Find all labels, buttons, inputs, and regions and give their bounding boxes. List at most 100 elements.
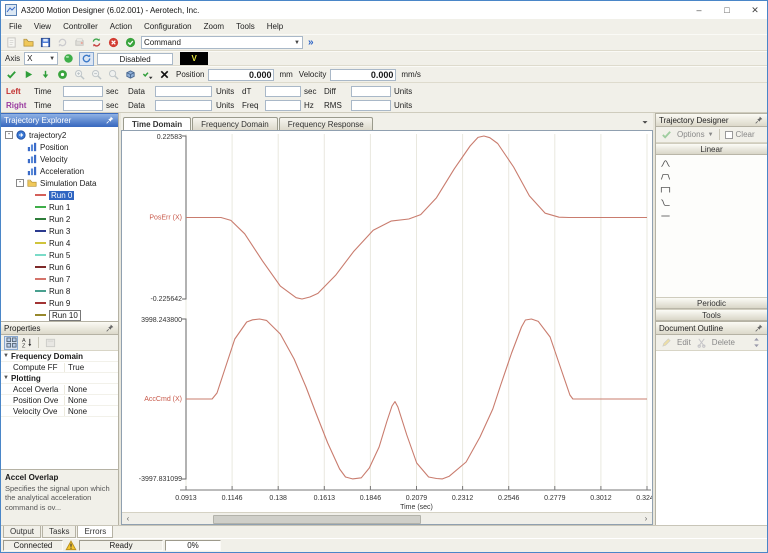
s-curve-icon[interactable]	[659, 196, 675, 209]
tree-item-run-2[interactable]: Run 2	[1, 213, 118, 225]
property-value[interactable]: None	[65, 396, 87, 405]
sync-icon[interactable]	[89, 36, 104, 50]
right-data-field[interactable]	[155, 100, 212, 111]
line-icon[interactable]	[659, 209, 675, 222]
tree-item-run-5[interactable]: Run 5	[1, 249, 118, 261]
abort-icon[interactable]	[106, 36, 121, 50]
menu-configuration[interactable]: Configuration	[138, 21, 198, 32]
report-icon[interactable]	[72, 36, 87, 50]
property-value[interactable]: True	[65, 363, 84, 372]
new-icon[interactable]	[4, 36, 19, 50]
tab-list-chevron-icon[interactable]	[640, 117, 650, 127]
left-time-field[interactable]	[63, 86, 103, 97]
section-periodic[interactable]: Periodic	[656, 297, 767, 309]
toolbar-overflow-icon[interactable]: »	[306, 37, 316, 48]
export-icon[interactable]	[55, 36, 70, 50]
scroll-left-icon[interactable]: ‹	[122, 514, 134, 523]
property-row[interactable]: Velocity OveNone	[1, 406, 118, 417]
trajectory-designer-header[interactable]: Trajectory Designer	[656, 113, 767, 127]
save-icon[interactable]	[38, 36, 53, 50]
tab-frequency-response[interactable]: Frequency Response	[279, 117, 373, 130]
zoom-in-icon[interactable]	[72, 68, 87, 82]
menu-tools[interactable]: Tools	[230, 21, 261, 32]
tab-time-domain[interactable]: Time Domain	[123, 117, 191, 130]
tab-output[interactable]: Output	[3, 526, 41, 538]
property-row[interactable]: Compute FFTrue	[1, 362, 118, 373]
document-outline-body[interactable]	[656, 351, 767, 525]
menu-zoom[interactable]: Zoom	[198, 21, 230, 32]
download-icon[interactable]	[38, 68, 53, 82]
chart-canvas[interactable]: 0.09130.11460.1380.16130.18460.20790.231…	[122, 131, 652, 512]
command-combobox[interactable]: Command ▼	[141, 36, 303, 49]
tree-item-run-3[interactable]: Run 3	[1, 225, 118, 237]
tree-item-run-6[interactable]: Run 6	[1, 261, 118, 273]
tree-item-run-1[interactable]: Run 1	[1, 201, 118, 213]
property-row[interactable]: Accel OverlaNone	[1, 384, 118, 395]
diff-field[interactable]	[351, 86, 391, 97]
pin-icon[interactable]	[105, 323, 115, 333]
properties-header[interactable]: Properties	[1, 321, 118, 335]
menu-file[interactable]: File	[3, 21, 28, 32]
property-group[interactable]: ▼Frequency Domain	[1, 351, 118, 362]
tree-item-trajectory2[interactable]: - trajectory2	[1, 129, 118, 141]
reset-axis-icon[interactable]	[79, 52, 94, 66]
enable-icon[interactable]	[123, 36, 138, 50]
property-pages-icon[interactable]	[43, 336, 57, 350]
tree-item-run-8[interactable]: Run 8	[1, 285, 118, 297]
clear-checkbox[interactable]	[725, 131, 733, 139]
square-wave-icon[interactable]	[659, 183, 675, 196]
property-row[interactable]: Position OveNone	[1, 395, 118, 406]
sort-az-icon[interactable]: AZ	[20, 336, 34, 350]
chart-horizontal-scrollbar[interactable]: ‹ ›	[122, 512, 652, 524]
zoom-fit-icon[interactable]	[106, 68, 121, 82]
clear-icon[interactable]	[157, 68, 172, 82]
section-linear[interactable]: Linear	[656, 143, 767, 155]
document-outline-header[interactable]: Document Outline	[656, 321, 767, 335]
tree-item-run-10[interactable]: Run 10	[1, 309, 118, 321]
freq-field[interactable]	[265, 100, 301, 111]
tree-item-run-4[interactable]: Run 4	[1, 237, 118, 249]
menu-view[interactable]: View	[28, 21, 57, 32]
collapse-icon[interactable]: -	[16, 179, 24, 187]
trapezoid-curve-icon[interactable]	[659, 170, 675, 183]
left-data-field[interactable]	[155, 86, 212, 97]
categorize-icon[interactable]	[4, 336, 18, 350]
check-menu-icon[interactable]	[140, 68, 155, 82]
clear-button[interactable]: Clear	[736, 130, 755, 139]
axis-combobox[interactable]: X ▼	[24, 52, 58, 65]
property-value[interactable]: None	[65, 385, 87, 394]
collapse-icon[interactable]: -	[5, 131, 13, 139]
tree-item-run-9[interactable]: Run 9	[1, 297, 118, 309]
tree-item-run-7[interactable]: Run 7	[1, 273, 118, 285]
scroll-arrows-icon[interactable]	[749, 336, 764, 350]
cube-icon[interactable]	[123, 68, 138, 82]
pin-icon[interactable]	[754, 323, 764, 333]
pin-icon[interactable]	[754, 115, 764, 125]
menu-action[interactable]: Action	[104, 21, 138, 32]
dt-field[interactable]	[265, 86, 301, 97]
scroll-right-icon[interactable]: ›	[640, 514, 652, 523]
play-icon[interactable]	[21, 68, 36, 82]
maximize-button[interactable]: □	[715, 1, 739, 19]
apply-check-icon[interactable]	[659, 128, 674, 142]
right-time-field[interactable]	[63, 100, 103, 111]
menu-controller[interactable]: Controller	[57, 21, 104, 32]
scissors-icon[interactable]	[694, 336, 709, 350]
tree-item-position[interactable]: Position	[1, 141, 118, 153]
tree-item-velocity[interactable]: Velocity	[1, 153, 118, 165]
close-button[interactable]: ✕	[743, 1, 767, 19]
check-icon[interactable]	[4, 68, 19, 82]
minimize-button[interactable]: –	[687, 1, 711, 19]
options-button[interactable]: Options	[677, 130, 705, 139]
record-icon[interactable]	[55, 68, 70, 82]
zoom-out-icon[interactable]	[89, 68, 104, 82]
section-tools[interactable]: Tools	[656, 309, 767, 321]
tab-errors[interactable]: Errors	[77, 526, 113, 538]
pencil-icon[interactable]	[659, 336, 674, 350]
open-icon[interactable]	[21, 36, 36, 50]
property-value[interactable]: None	[65, 407, 87, 416]
bell-curve-icon[interactable]	[659, 157, 675, 170]
pin-icon[interactable]	[105, 115, 115, 125]
trajectory-explorer-header[interactable]: Trajectory Explorer	[1, 113, 118, 127]
rms-field[interactable]	[351, 100, 391, 111]
